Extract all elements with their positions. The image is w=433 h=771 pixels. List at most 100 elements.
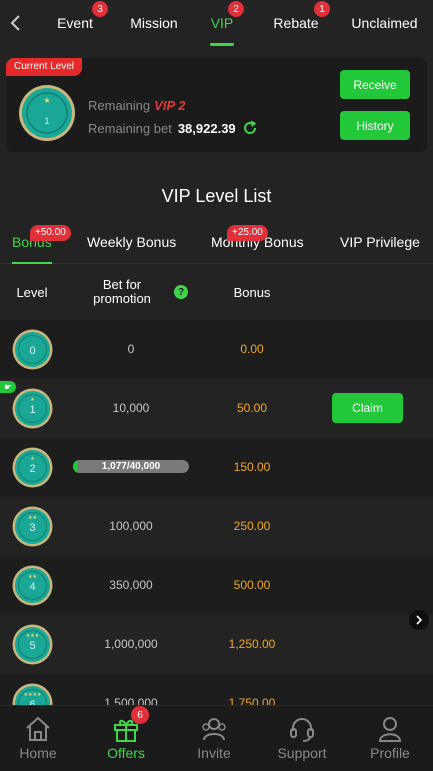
home-icon bbox=[26, 716, 50, 741]
history-button[interactable]: History bbox=[340, 111, 410, 140]
remaining-bet-value: 38,922.39 bbox=[177, 120, 236, 136]
svg-text:★: ★ bbox=[43, 96, 50, 105]
tab-rebate[interactable]: Rebate 1 bbox=[256, 0, 336, 46]
medal-level: 1 bbox=[44, 116, 49, 126]
remaining-level: Remaining VIP 2 bbox=[88, 98, 185, 113]
bonus-value: 0.00 bbox=[240, 342, 264, 356]
next-vip-level: VIP 2 bbox=[154, 98, 186, 113]
svg-text:★★★: ★★★ bbox=[26, 633, 40, 639]
receive-button[interactable]: Receive bbox=[340, 70, 410, 99]
bet-value: 10,000 bbox=[112, 401, 150, 415]
back-button[interactable] bbox=[0, 0, 30, 46]
tab-event[interactable]: Event 3 bbox=[30, 0, 120, 46]
invite-icon bbox=[202, 718, 226, 741]
bonus-value: 250.00 bbox=[233, 519, 271, 533]
vip-medal-icon: ★★4 bbox=[12, 565, 53, 606]
tab-label: Rebate bbox=[273, 15, 319, 31]
bet-value: 1,000,000 bbox=[104, 637, 158, 651]
bet-value: 100,000 bbox=[109, 519, 153, 533]
remaining-label: Remaining bbox=[88, 98, 151, 113]
medal-level: 5 bbox=[29, 640, 35, 652]
vip-medal-icon: 0 bbox=[12, 329, 53, 370]
refresh-icon[interactable] bbox=[242, 120, 258, 136]
svg-text:★★: ★★ bbox=[28, 574, 37, 580]
svg-text:★: ★ bbox=[30, 456, 35, 462]
tab-vip[interactable]: VIP 2 bbox=[188, 0, 256, 46]
table-header: Level Bet for promotion ? Bonus bbox=[0, 264, 433, 320]
tab-label: VIP bbox=[210, 15, 234, 31]
medal-level: 1 bbox=[29, 404, 35, 416]
tab-badge: 2 bbox=[228, 1, 244, 17]
subtab-bonus[interactable]: Bonus +50.00 bbox=[12, 225, 71, 250]
svg-text:★★: ★★ bbox=[28, 515, 37, 521]
table-row: ★ 1 10,000 50.00 ☛ Claim bbox=[0, 379, 433, 438]
bottom-nav: Home Offers 6 Invite Support Profile bbox=[0, 705, 433, 771]
tab-label: Event bbox=[57, 15, 93, 31]
table-row: 0 0 0.00 bbox=[0, 320, 433, 379]
medal-level: 2 bbox=[29, 463, 35, 475]
tab-unclaimed[interactable]: Unclaimed bbox=[336, 0, 433, 46]
scroll-right-button[interactable] bbox=[409, 610, 429, 630]
table-row: ★★★ 5 1,000,000 1,250.00 bbox=[0, 615, 433, 674]
nav-label: Profile bbox=[370, 745, 410, 761]
nav-label: Home bbox=[19, 745, 57, 761]
chevron-right-icon bbox=[416, 615, 423, 625]
nav-label: Offers bbox=[107, 745, 145, 761]
table-row: ★ 2 1,077/40,000 150.00 bbox=[0, 438, 433, 497]
bonus-value: 1,250.00 bbox=[228, 637, 276, 651]
nav-profile[interactable]: Profile bbox=[347, 706, 433, 771]
subtab-monthly-bonus[interactable]: Monthly Bonus +25.00 bbox=[211, 225, 304, 250]
tab-label: Unclaimed bbox=[351, 15, 418, 31]
medal-level: 3 bbox=[29, 522, 35, 534]
help-icon[interactable]: ? bbox=[174, 285, 188, 299]
vip-level-table: 0 0 0.00 ★ 1 10,000 50.00 ☛ Claim ★ 2 1,077/40,000 1… bbox=[0, 320, 433, 733]
chevron-left-icon bbox=[10, 15, 20, 31]
bet-value: 350,000 bbox=[109, 578, 153, 592]
vip-page: Event 3 Mission VIP 2 Rebate 1 Unclaimed… bbox=[0, 0, 433, 771]
headset-icon bbox=[290, 718, 314, 742]
current-level-tag: Current Level bbox=[6, 58, 83, 76]
progress-text: 1,077/40,000 bbox=[101, 461, 161, 472]
remaining-bet-label: Remaining bet bbox=[88, 120, 172, 136]
subtab-label: VIP Privilege bbox=[340, 234, 420, 250]
tab-badge: 1 bbox=[314, 1, 330, 17]
top-tabs: Event 3 Mission VIP 2 Rebate 1 Unclaimed bbox=[0, 0, 433, 46]
vip-level-list-title: VIP Level List bbox=[161, 186, 272, 206]
tab-badge: 3 bbox=[92, 1, 108, 17]
header-bet: Bet for promotion bbox=[93, 277, 151, 306]
vip-medal-icon: ★★★5 bbox=[12, 624, 53, 665]
vip-medal-icon: ★2 bbox=[12, 447, 53, 488]
medal-level: 4 bbox=[29, 581, 35, 593]
medal-level: 0 bbox=[29, 345, 35, 357]
nav-home[interactable]: Home bbox=[0, 706, 81, 771]
nav-label: Support bbox=[277, 745, 327, 761]
nav-badge: 6 bbox=[131, 706, 149, 724]
vip-medal-icon: ★ 1 bbox=[19, 85, 75, 141]
table-row: ★★ 3 100,000 250.00 bbox=[0, 497, 433, 556]
claim-button[interactable]: Claim bbox=[332, 393, 403, 423]
current-level-card: Current Level ★ 1 Remaining VIP 2 Remaini… bbox=[6, 58, 427, 152]
svg-text:★★★★: ★★★★ bbox=[24, 692, 42, 698]
promotion-progress-bar: 1,077/40,000 bbox=[73, 460, 189, 473]
bonus-value: 150.00 bbox=[233, 460, 271, 474]
profile-icon bbox=[378, 717, 402, 742]
bonus-value: 50.00 bbox=[236, 401, 268, 415]
pointer-hand-icon: ☛ bbox=[0, 381, 16, 393]
remaining-bet: Remaining bet 38,922.39 bbox=[88, 120, 258, 136]
tab-mission[interactable]: Mission bbox=[120, 0, 188, 46]
bonus-value: 500.00 bbox=[233, 578, 271, 592]
subtab-weekly-bonus[interactable]: Weekly Bonus bbox=[87, 234, 176, 250]
svg-text:★: ★ bbox=[30, 397, 35, 403]
subtab-vip-privilege[interactable]: VIP Privilege bbox=[340, 234, 420, 250]
subtab-badge: +50.00 bbox=[30, 225, 71, 241]
subtab-label: Weekly Bonus bbox=[87, 234, 177, 250]
bet-value: 0 bbox=[127, 342, 135, 356]
vip-medal-icon: ★1 bbox=[12, 388, 53, 429]
tab-label: Mission bbox=[130, 15, 178, 31]
nav-offers[interactable]: Offers 6 bbox=[83, 706, 169, 771]
header-bonus: Bonus bbox=[233, 285, 271, 300]
nav-support[interactable]: Support bbox=[259, 706, 345, 771]
vip-subtabs: Bonus +50.00 Weekly Bonus Monthly Bonus … bbox=[0, 222, 433, 264]
nav-invite[interactable]: Invite bbox=[171, 706, 257, 771]
subtab-badge: +25.00 bbox=[227, 225, 268, 241]
